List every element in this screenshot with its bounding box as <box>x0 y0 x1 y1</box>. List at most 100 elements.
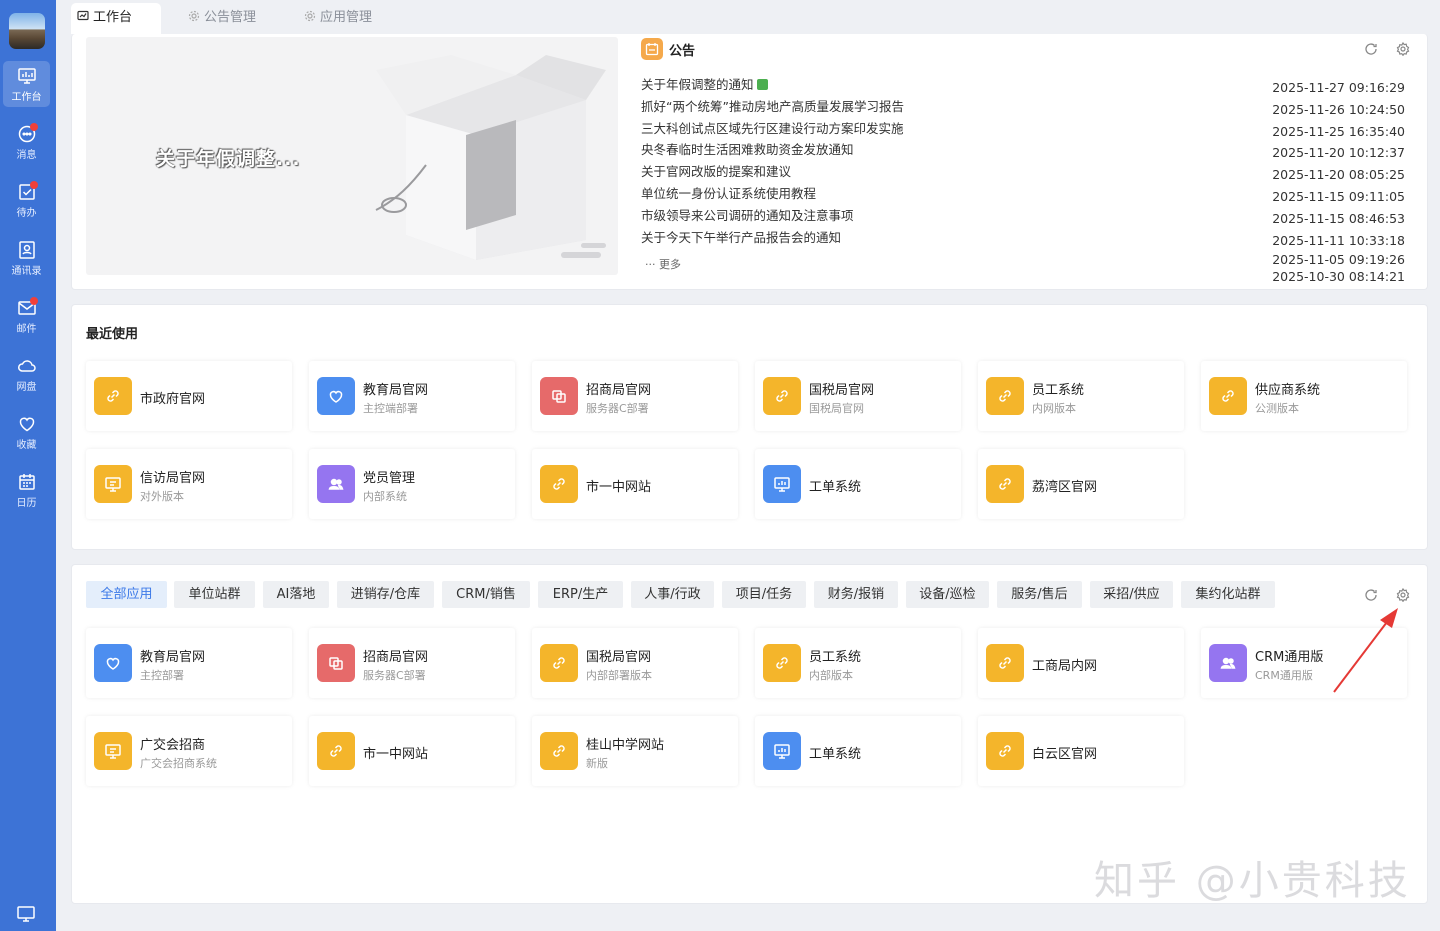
sidebar-item-todo[interactable]: 待办 <box>3 177 50 223</box>
badge-dot <box>30 181 38 189</box>
category-chip[interactable]: 人事/行政 <box>631 581 714 608</box>
app-card[interactable]: 教育局官网 主控端部署 <box>309 361 515 431</box>
app-card[interactable]: 白云区官网 <box>978 715 1184 786</box>
link-icon <box>317 731 355 770</box>
empty-box-illustration <box>375 55 606 260</box>
app-card[interactable]: 国税局官网 国税局官网 <box>755 361 961 431</box>
gear-icon <box>188 10 200 22</box>
category-chip[interactable]: 单位站群 <box>174 581 255 608</box>
app-subtitle: 新版 <box>586 756 608 770</box>
category-chip[interactable]: 集约化站群 <box>1181 581 1275 608</box>
gear-icon[interactable] <box>1396 588 1410 602</box>
app-card[interactable]: 桂山中学网站 新版 <box>532 715 738 786</box>
sidebar-item-favorites[interactable]: 收藏 <box>3 409 50 455</box>
app-card[interactable]: 信访局官网 对外版本 <box>86 448 292 519</box>
category-chip[interactable]: 设备/巡检 <box>906 581 989 608</box>
category-chip[interactable]: 服务/售后 <box>997 581 1082 608</box>
announcement-row[interactable]: 关于年假调整的通知 2025-11-27 09:16:29 <box>641 74 1407 96</box>
announcement-row[interactable]: 2025-10-30 08:14:21 <box>641 265 1407 284</box>
refresh-icon[interactable] <box>1364 588 1378 602</box>
app-card[interactable]: 供应商系统 公测版本 <box>1201 361 1407 431</box>
category-chip[interactable]: 项目/任务 <box>722 581 806 608</box>
gear-icon[interactable] <box>1396 42 1410 56</box>
category-chip[interactable]: 进销存/仓库 <box>337 581 434 608</box>
banner-carousel[interactable]: 关于年假调整... <box>86 37 618 275</box>
app-card[interactable]: 市政府官网 <box>86 361 292 431</box>
app-name: 工单系统 <box>809 479 862 495</box>
app-card[interactable]: 工商局内网 <box>978 628 1184 698</box>
sidebar-item-workbench[interactable]: 工作台 <box>3 61 50 107</box>
app-card[interactable]: 市一中网站 <box>309 715 515 786</box>
sidebar-item-label: 待办 <box>16 208 37 219</box>
announcement-row[interactable]: 单位统一身份认证系统使用教程 2025-11-15 09:11:05 <box>641 183 1407 205</box>
tab-workbench[interactable]: 工作台 <box>71 3 161 34</box>
sidebar-item-mail[interactable]: 邮件 <box>3 293 50 339</box>
app-name: 员工系统 <box>1032 383 1085 398</box>
announcement-row[interactable]: 市级领导来公司调研的通知及注意事项 2025-11-15 08:46:53 <box>641 205 1407 227</box>
monitor-icon <box>763 731 801 770</box>
link-icon <box>540 731 578 770</box>
user-avatar[interactable] <box>9 13 45 49</box>
sidebar-item-messages[interactable]: 消息 <box>3 119 50 165</box>
app-card[interactable]: 市一中网站 <box>532 448 738 519</box>
app-card[interactable]: 员工系统 内部版本 <box>755 628 961 698</box>
app-card[interactable]: 国税局官网 内部部署版本 <box>532 628 738 698</box>
announcement-row[interactable]: 央冬春临时生活困难救助资金发放通知 2025-11-20 10:12:37 <box>641 139 1407 161</box>
app-name: 教育局官网 <box>363 383 429 398</box>
announcement-link[interactable]: 抓好“两个统筹”推动房地产高质量发展学习报告 <box>641 99 904 114</box>
announcement-link[interactable]: 三大科创试点区域先行区建设行动方案印发实施 <box>641 121 904 136</box>
sidebar-item-label: 通讯录 <box>11 266 42 277</box>
app-name: 国税局官网 <box>586 650 652 665</box>
announcement-icon <box>641 38 663 60</box>
category-chip[interactable]: 财务/报销 <box>814 581 898 608</box>
announcement-row[interactable]: 关于今天下午举行产品报告会的通知 2025-11-11 10:33:18 <box>641 227 1407 249</box>
announcement-link[interactable]: 关于官网改版的提案和建议 <box>641 164 791 179</box>
tab-app-management[interactable]: 应用管理 <box>298 3 398 34</box>
announcement-link[interactable]: 关于今天下午举行产品报告会的通知 <box>641 230 841 245</box>
announcement-link[interactable]: 单位统一身份认证系统使用教程 <box>641 186 816 201</box>
link-icon <box>986 377 1024 415</box>
screen-icon[interactable] <box>16 904 36 924</box>
announcement-link[interactable]: 市级领导来公司调研的通知及注意事项 <box>641 208 854 223</box>
announcement-row[interactable]: 2025-11-05 09:19:26 <box>641 248 1407 267</box>
app-card[interactable]: 广交会招商 广交会招商系统 <box>86 715 292 786</box>
app-name: 国税局官网 <box>809 383 875 398</box>
category-chip[interactable]: CRM/销售 <box>442 581 530 608</box>
category-chip[interactable]: 全部应用 <box>86 581 167 608</box>
more-label: 更多 <box>659 258 681 271</box>
sidebar-item-label: 网盘 <box>16 382 37 393</box>
app-subtitle: 服务器C部署 <box>363 669 426 682</box>
announcement-link[interactable]: 关于年假调整的通知 <box>641 77 754 92</box>
monitor-icon <box>17 68 36 84</box>
category-chip[interactable]: AI落地 <box>263 581 329 608</box>
announcement-row[interactable]: 关于官网改版的提案和建议 2025-11-20 08:05:25 <box>641 161 1407 183</box>
app-name: 信访局官网 <box>140 470 206 486</box>
app-card[interactable]: 招商局官网 服务器C部署 <box>309 628 515 698</box>
more-link[interactable]: ··· 更多 <box>645 256 681 272</box>
tab-announcement-management[interactable]: 公告管理 <box>182 3 282 34</box>
app-card[interactable]: 工单系统 <box>755 448 961 519</box>
announcement-link[interactable]: 央冬春临时生活困难救助资金发放通知 <box>641 142 854 157</box>
link-icon <box>986 464 1024 503</box>
app-card[interactable]: 员工系统 内网版本 <box>978 361 1184 431</box>
app-name: 荔湾区官网 <box>1032 479 1098 495</box>
app-card[interactable]: 招商局官网 服务器C部署 <box>532 361 738 431</box>
announcement-title: 公告 <box>669 43 696 59</box>
banner-caption: 关于年假调整... <box>156 148 301 170</box>
announcement-row[interactable]: 抓好“两个统筹”推动房地产高质量发展学习报告 2025-11-26 10:24:5… <box>641 96 1407 118</box>
link-icon <box>763 644 801 682</box>
app-card[interactable]: 工单系统 <box>755 715 961 786</box>
dashboard-icon <box>77 10 89 21</box>
sidebar-item-drive[interactable]: 网盘 <box>3 351 50 397</box>
category-chip[interactable]: ERP/生产 <box>538 581 623 608</box>
announcement-row[interactable]: 三大科创试点区域先行区建设行动方案印发实施 2025-11-25 16:35:40 <box>641 118 1407 140</box>
app-card[interactable]: 荔湾区官网 <box>978 448 1184 519</box>
sidebar-item-calendar[interactable]: 日历 <box>3 467 50 513</box>
app-card[interactable]: 教育局官网 主控部署 <box>86 628 292 698</box>
app-name: 供应商系统 <box>1255 383 1321 398</box>
app-card[interactable]: 党员管理 内部系统 <box>309 448 515 519</box>
link-icon <box>540 644 578 682</box>
sidebar-item-contacts[interactable]: 通讯录 <box>3 235 50 281</box>
refresh-icon[interactable] <box>1364 42 1378 56</box>
category-chip[interactable]: 采招/供应 <box>1090 581 1173 608</box>
